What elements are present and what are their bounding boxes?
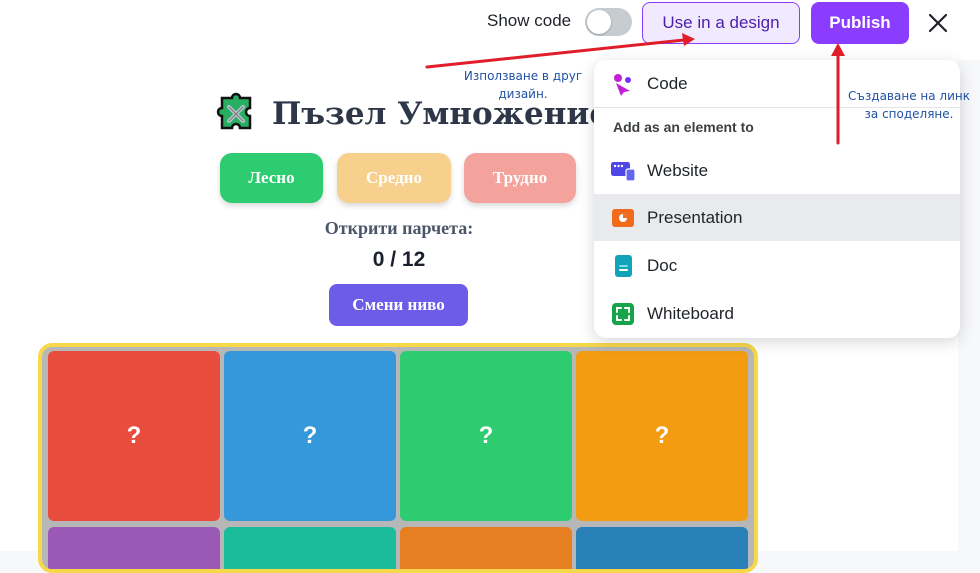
- puzzle-tile[interactable]: [576, 527, 748, 569]
- found-pieces-label: Открити парчета:: [324, 218, 474, 238]
- level-hard-button[interactable]: Трудно: [464, 153, 576, 203]
- menu-item-website[interactable]: Website: [594, 147, 960, 194]
- menu-item-presentation[interactable]: Presentation: [594, 194, 960, 241]
- puzzle-piece-icon: [216, 92, 252, 130]
- doc-icon: [615, 254, 632, 277]
- show-code-label: Show code: [487, 11, 572, 30]
- menu-item-label: Website: [647, 160, 709, 180]
- puzzle-tile[interactable]: ?: [224, 351, 396, 521]
- use-in-design-button[interactable]: Use in a design: [642, 2, 800, 44]
- use-in-design-note: Използване в друг дизайн.: [448, 67, 598, 103]
- puzzle-tile[interactable]: ?: [48, 351, 220, 521]
- menu-item-whiteboard[interactable]: Whiteboard: [594, 290, 960, 337]
- publish-note: Създаване на линк за споделяне.: [838, 87, 980, 123]
- note-line: дизайн.: [498, 87, 548, 101]
- code-icon: [614, 73, 631, 96]
- close-icon[interactable]: [923, 8, 953, 38]
- note-line: Създаване на линк: [848, 89, 970, 103]
- menu-item-label: Presentation: [647, 207, 743, 227]
- menu-item-label: Code: [647, 73, 688, 93]
- menu-item-label: Doc: [647, 255, 678, 275]
- tile-label: ?: [478, 422, 494, 449]
- show-code-toggle[interactable]: [585, 8, 632, 36]
- change-level-button[interactable]: Смени ниво: [329, 284, 468, 326]
- puzzle-tile[interactable]: [48, 527, 220, 569]
- level-medium-button[interactable]: Средно: [337, 153, 451, 203]
- level-easy-button[interactable]: Лесно: [220, 153, 323, 203]
- note-line: за споделяне.: [864, 107, 954, 121]
- top-bar: Show code Use in a design Publish: [0, 0, 980, 60]
- tile-label: ?: [126, 422, 142, 449]
- tile-label: ?: [654, 422, 670, 449]
- publish-button[interactable]: Publish: [811, 2, 909, 44]
- menu-item-doc[interactable]: Doc: [594, 242, 960, 289]
- presentation-icon: [612, 208, 634, 227]
- note-line: Използване в друг: [463, 69, 583, 83]
- puzzle-tile[interactable]: [224, 527, 396, 569]
- whiteboard-icon: [612, 302, 634, 325]
- puzzle-tile[interactable]: [400, 527, 572, 569]
- puzzle-board: ? ? ? ?: [38, 343, 758, 573]
- menu-section-heading: Add as an element to: [613, 119, 754, 135]
- score-counter: 0 / 12: [372, 248, 426, 271]
- tile-label: ?: [302, 422, 318, 449]
- puzzle-tile[interactable]: ?: [576, 351, 748, 521]
- menu-item-label: Whiteboard: [647, 303, 734, 323]
- puzzle-tile[interactable]: ?: [400, 351, 572, 521]
- website-icon: [611, 161, 636, 182]
- toggle-knob: [587, 10, 611, 34]
